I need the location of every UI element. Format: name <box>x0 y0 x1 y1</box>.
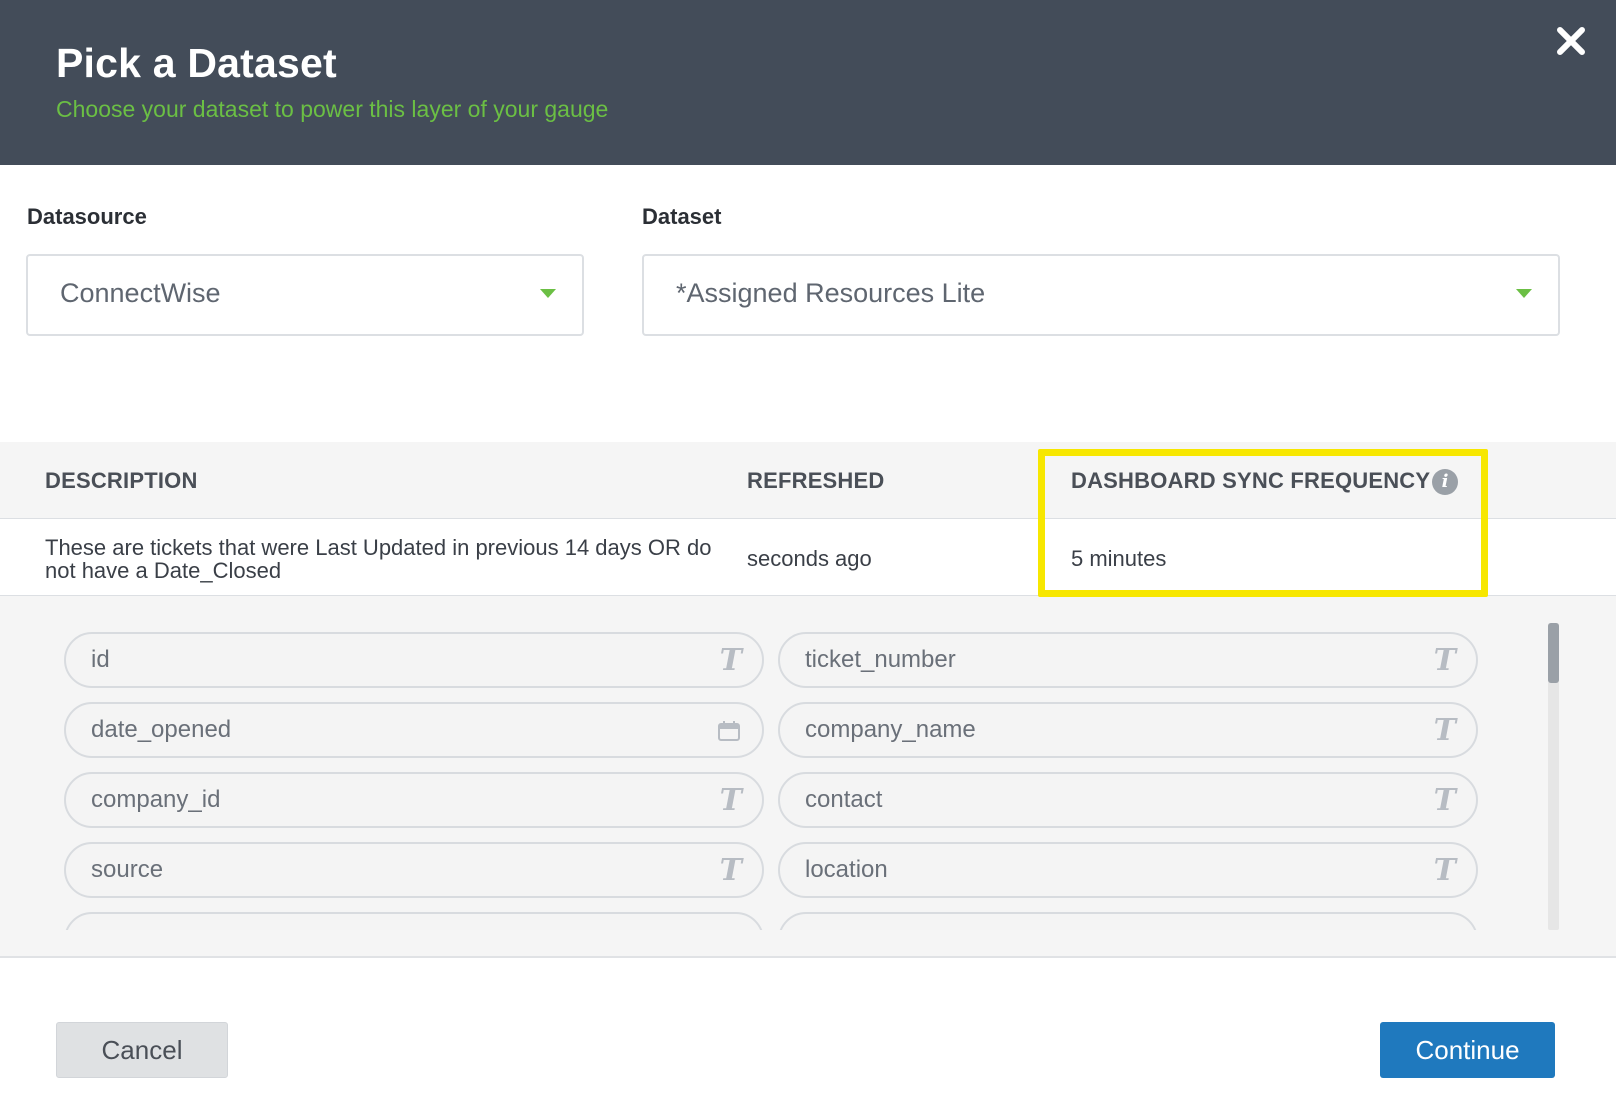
highlight-box <box>1038 449 1488 597</box>
field-pill-source[interactable]: source T <box>64 842 764 898</box>
chevron-down-icon <box>540 289 556 298</box>
field-pill-id[interactable]: id T <box>64 632 764 688</box>
continue-button[interactable]: Continue <box>1380 1022 1555 1078</box>
text-type-icon: T <box>719 643 742 678</box>
datasource-select[interactable]: ConnectWise <box>26 254 584 336</box>
fields-scrollbar-thumb[interactable] <box>1548 623 1559 683</box>
field-name: date_opened <box>91 716 232 743</box>
field-pill-contact[interactable]: contact T <box>778 772 1478 828</box>
field-name: contact <box>805 786 883 813</box>
field-name: ticket_number <box>805 646 956 673</box>
field-name: company_id <box>91 786 221 813</box>
text-type-icon: T <box>1433 783 1456 818</box>
refreshed-header: REFRESHED <box>747 468 885 493</box>
close-icon[interactable] <box>1552 22 1590 60</box>
dialog-header: Pick a Dataset Choose your dataset to po… <box>0 0 1616 165</box>
text-type-icon: T <box>1433 643 1456 678</box>
text-type-icon: T <box>1433 713 1456 748</box>
field-pill-location[interactable]: location T <box>778 842 1478 898</box>
text-type-icon: T <box>719 783 742 818</box>
dialog-title: Pick a Dataset <box>56 40 337 86</box>
refreshed-value: seconds ago <box>747 546 872 571</box>
field-pill-partial[interactable] <box>778 912 1478 930</box>
field-name: source <box>91 856 164 883</box>
calendar-icon <box>718 721 740 741</box>
fields-list: id T ticket_number T date_opened company… <box>0 612 1545 930</box>
field-pill-company-name[interactable]: company_name T <box>778 702 1478 758</box>
text-type-icon: T <box>719 853 742 888</box>
description-value: These are tickets that were Last Updated… <box>45 535 712 583</box>
cancel-button[interactable]: Cancel <box>56 1022 228 1078</box>
datasource-label: Datasource <box>27 204 147 229</box>
datasource-value: ConnectWise <box>60 278 221 308</box>
chevron-down-icon <box>1516 289 1532 298</box>
field-name: company_name <box>805 716 976 743</box>
dataset-value: *Assigned Resources Lite <box>676 278 986 308</box>
divider <box>0 956 1616 958</box>
text-type-icon: T <box>1433 853 1456 888</box>
field-pill-company-id[interactable]: company_id T <box>64 772 764 828</box>
field-pill-ticket-number[interactable]: ticket_number T <box>778 632 1478 688</box>
dataset-label: Dataset <box>642 204 722 229</box>
field-pill-date-opened[interactable]: date_opened <box>64 702 764 758</box>
field-pill-partial[interactable] <box>64 912 764 930</box>
dialog-subtitle: Choose your dataset to power this layer … <box>56 96 609 122</box>
field-name: id <box>91 646 110 673</box>
field-name: location <box>805 856 888 883</box>
dataset-select[interactable]: *Assigned Resources Lite <box>642 254 1560 336</box>
description-header: DESCRIPTION <box>45 468 198 493</box>
